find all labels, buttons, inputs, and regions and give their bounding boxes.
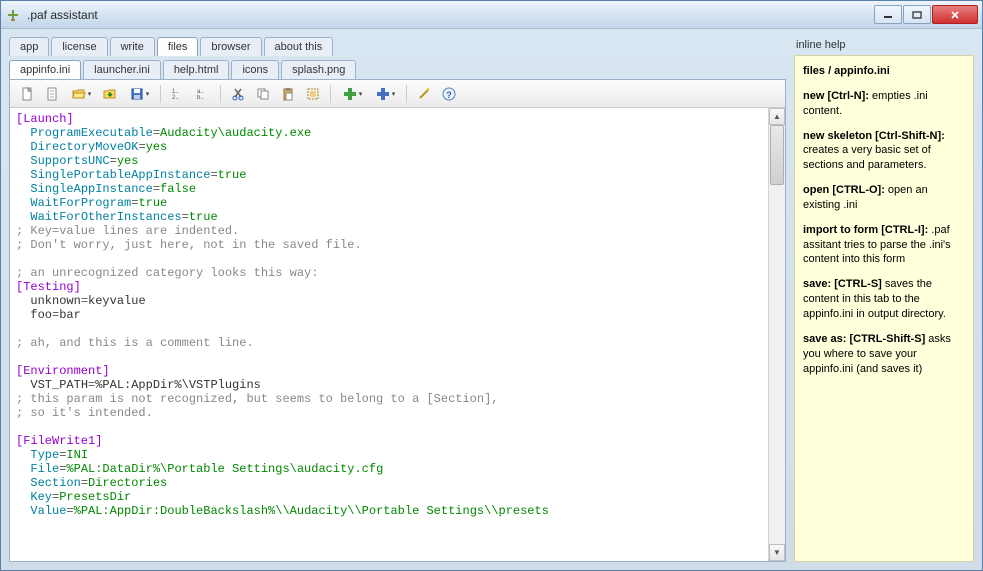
svg-text:2..: 2.. bbox=[172, 95, 179, 101]
help-item: open [CTRL-O]: open an existing .ini bbox=[803, 183, 965, 213]
maximize-button[interactable] bbox=[903, 5, 931, 24]
help-item: save: [CTRL-S] saves the content in this… bbox=[803, 277, 965, 322]
svg-text:b..: b.. bbox=[197, 95, 204, 101]
scroll-thumb[interactable] bbox=[770, 125, 784, 185]
add-green-icon[interactable]: ▾ bbox=[337, 83, 367, 105]
editor-line bbox=[16, 252, 762, 266]
help-item: save as: [CTRL-Shift-S] asks you where t… bbox=[803, 332, 965, 377]
editor-line: File=%PAL:DataDir%\Portable Settings\aud… bbox=[16, 462, 762, 476]
import-icon[interactable] bbox=[99, 83, 121, 105]
paste-icon[interactable] bbox=[277, 83, 299, 105]
tab-browser[interactable]: browser bbox=[200, 37, 261, 56]
app-window: .paf assistant applicensewritefilesbrows… bbox=[0, 0, 983, 571]
help-panel-title: inline help bbox=[794, 37, 974, 55]
editor-line: WaitForOtherInstances=true bbox=[16, 210, 762, 224]
subtab-icons[interactable]: icons bbox=[231, 60, 279, 79]
editor-area: [Launch] ProgramExecutable=Audacity\auda… bbox=[10, 108, 785, 561]
tab-write[interactable]: write bbox=[110, 37, 155, 56]
help-item: import to form [CTRL-I]: .paf assitant t… bbox=[803, 223, 965, 268]
editor-line: [Testing] bbox=[16, 280, 762, 294]
app-icon bbox=[5, 7, 21, 23]
subtab-help-html[interactable]: help.html bbox=[163, 60, 230, 79]
editor-line: ProgramExecutable=Audacity\audacity.exe bbox=[16, 126, 762, 140]
editor-line: ; Don't worry, just here, not in the sav… bbox=[16, 238, 762, 252]
help-header: files / appinfo.ini bbox=[803, 64, 965, 79]
editor-line: unknown=keyvalue bbox=[16, 294, 762, 308]
editor-line: WaitForProgram=true bbox=[16, 196, 762, 210]
minimize-button[interactable] bbox=[874, 5, 902, 24]
tab-app[interactable]: app bbox=[9, 37, 49, 56]
new-skeleton-icon[interactable] bbox=[41, 83, 63, 105]
help-item: new skeleton [Ctrl-Shift-N]: creates a v… bbox=[803, 129, 965, 174]
editor-line: foo=bar bbox=[16, 308, 762, 322]
tab-files[interactable]: files bbox=[157, 37, 199, 56]
toolbar-separator bbox=[160, 85, 161, 103]
editor-line: ; this param is not recognized, but seem… bbox=[16, 392, 762, 406]
main-panel: applicensewritefilesbrowserabout this ap… bbox=[9, 37, 786, 562]
indent-icon[interactable]: 1..2.. bbox=[167, 83, 189, 105]
toolbar-separator bbox=[220, 85, 221, 103]
window-controls bbox=[874, 5, 978, 24]
editor-wrap: ▾▾1..2..a..b..▾▾? [Launch] ProgramExecut… bbox=[9, 79, 786, 562]
window-title: .paf assistant bbox=[27, 8, 98, 22]
editor-line: Value=%PAL:AppDir:DoubleBackslash%\\Auda… bbox=[16, 504, 762, 518]
add-blue-icon[interactable]: ▾ bbox=[370, 83, 400, 105]
editor-line: Section=Directories bbox=[16, 476, 762, 490]
editor-line: SinglePortableAppInstance=true bbox=[16, 168, 762, 182]
editor-line: ; an unrecognized category looks this wa… bbox=[16, 266, 762, 280]
help-item: new [Ctrl-N]: empties .ini content. bbox=[803, 89, 965, 119]
sub-tabs: appinfo.inilauncher.inihelp.htmliconsspl… bbox=[9, 60, 786, 79]
editor-line: ; Key=value lines are indented. bbox=[16, 224, 762, 238]
select-all-icon[interactable] bbox=[302, 83, 324, 105]
editor-line: Type=INI bbox=[16, 448, 762, 462]
tab-license[interactable]: license bbox=[51, 37, 107, 56]
editor-line: VST_PATH=%PAL:AppDir%\VSTPlugins bbox=[16, 378, 762, 392]
outdent-icon[interactable]: a..b.. bbox=[192, 83, 214, 105]
help-body: files / appinfo.ini new [Ctrl-N]: emptie… bbox=[794, 55, 974, 562]
editor-line: [Environment] bbox=[16, 364, 762, 378]
editor-line bbox=[16, 322, 762, 336]
svg-text:?: ? bbox=[446, 90, 452, 100]
subtab-launcher-ini[interactable]: launcher.ini bbox=[83, 60, 161, 79]
help-icon[interactable]: ? bbox=[438, 83, 460, 105]
subtab-splash-png[interactable]: splash.png bbox=[281, 60, 356, 79]
scroll-down-button[interactable]: ▼ bbox=[769, 544, 785, 561]
new-file-icon[interactable] bbox=[16, 83, 38, 105]
editor-line: SingleAppInstance=false bbox=[16, 182, 762, 196]
editor-line: Key=PresetsDir bbox=[16, 490, 762, 504]
toolbar-separator bbox=[330, 85, 331, 103]
main-tabs: applicensewritefilesbrowserabout this bbox=[9, 37, 786, 56]
subtab-appinfo-ini[interactable]: appinfo.ini bbox=[9, 60, 81, 79]
editor-line: DirectoryMoveOK=yes bbox=[16, 140, 762, 154]
editor-line: ; ah, and this is a comment line. bbox=[16, 336, 762, 350]
editor-line bbox=[16, 350, 762, 364]
client-area: applicensewritefilesbrowserabout this ap… bbox=[1, 29, 982, 570]
close-button[interactable] bbox=[932, 5, 978, 24]
code-editor[interactable]: [Launch] ProgramExecutable=Audacity\auda… bbox=[10, 108, 768, 561]
scroll-track[interactable] bbox=[769, 125, 785, 544]
vertical-scrollbar: ▲ ▼ bbox=[768, 108, 785, 561]
copy-icon[interactable] bbox=[252, 83, 274, 105]
toolbar-separator bbox=[406, 85, 407, 103]
editor-line bbox=[16, 420, 762, 434]
save-icon[interactable]: ▾ bbox=[124, 83, 154, 105]
help-panel: inline help files / appinfo.ini new [Ctr… bbox=[794, 37, 974, 562]
editor-line: SupportsUNC=yes bbox=[16, 154, 762, 168]
editor-line: [FileWrite1] bbox=[16, 434, 762, 448]
titlebar: .paf assistant bbox=[1, 1, 982, 29]
cut-icon[interactable] bbox=[227, 83, 249, 105]
open-icon[interactable]: ▾ bbox=[66, 83, 96, 105]
editor-line: [Launch] bbox=[16, 112, 762, 126]
wand-icon[interactable] bbox=[413, 83, 435, 105]
scroll-up-button[interactable]: ▲ bbox=[769, 108, 785, 125]
editor-line: ; so it's intended. bbox=[16, 406, 762, 420]
tab-about-this[interactable]: about this bbox=[264, 37, 334, 56]
toolbar: ▾▾1..2..a..b..▾▾? bbox=[10, 80, 785, 108]
